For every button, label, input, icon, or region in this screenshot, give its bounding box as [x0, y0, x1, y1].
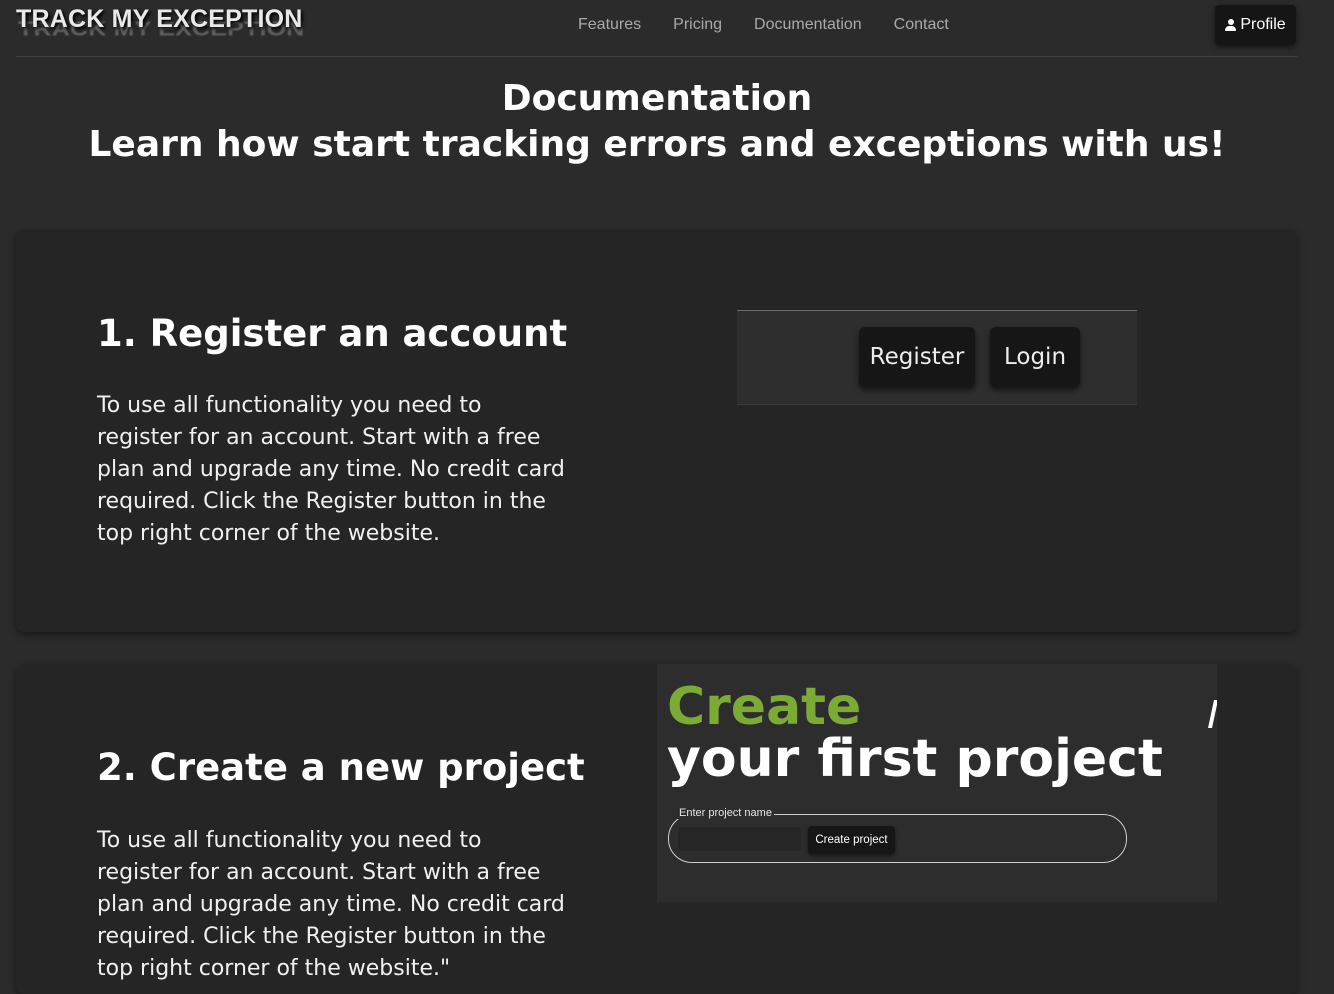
register-login-screenshot: Register Login — [737, 310, 1137, 415]
page-heading: Documentation Learn how start tracking e… — [0, 76, 1314, 168]
screenshot-edge-mark — [1208, 700, 1217, 728]
nav-pricing-link[interactable]: Pricing — [673, 16, 722, 34]
screenshot-project-name-input — [678, 827, 801, 851]
step-card-register: 1. Register an account To use all functi… — [16, 230, 1297, 632]
screenshot-field-label: Enter project name — [677, 807, 774, 819]
page-title: Documentation — [501, 78, 813, 119]
person-icon — [1225, 19, 1237, 31]
screenshot-divider — [737, 404, 1137, 415]
screenshot-heading-accent: Create — [667, 677, 862, 737]
step-title: 1. Register an account — [97, 312, 568, 355]
brand-name: TRACK MY EXCEPTION — [16, 5, 303, 33]
nav-documentation-link[interactable]: Documentation — [754, 16, 862, 34]
brand-logo[interactable]: TRACK MY EXCEPTION TRACK MY EXCEPTION — [16, 5, 304, 40]
screenshot-register-button: Register — [859, 327, 975, 387]
navbar: TRACK MY EXCEPTION TRACK MY EXCEPTION Fe… — [0, 0, 1334, 57]
step-description: To use all functionality you need to reg… — [97, 828, 565, 981]
page-subtitle: Learn how start tracking errors and exce… — [88, 124, 1226, 165]
screenshot-heading: your first project — [667, 729, 1163, 789]
screenshot-login-button: Login — [990, 327, 1080, 387]
create-project-screenshot: Create your first project Enter project … — [657, 664, 1217, 902]
step-title: 2. Create a new project — [97, 746, 585, 789]
nav-features-link[interactable]: Features — [578, 16, 641, 34]
header-divider — [16, 56, 1297, 57]
profile-button[interactable]: Profile — [1215, 5, 1296, 45]
profile-label: Profile — [1240, 16, 1286, 33]
nav-links: Features Pricing Documentation Contact — [578, 16, 949, 34]
nav-contact-link[interactable]: Contact — [894, 16, 949, 34]
screenshot-create-project-button: Create project — [808, 826, 895, 854]
step-description: To use all functionality you need to reg… — [97, 393, 565, 546]
step-card-create-project: 2. Create a new project To use all funct… — [16, 664, 1297, 994]
